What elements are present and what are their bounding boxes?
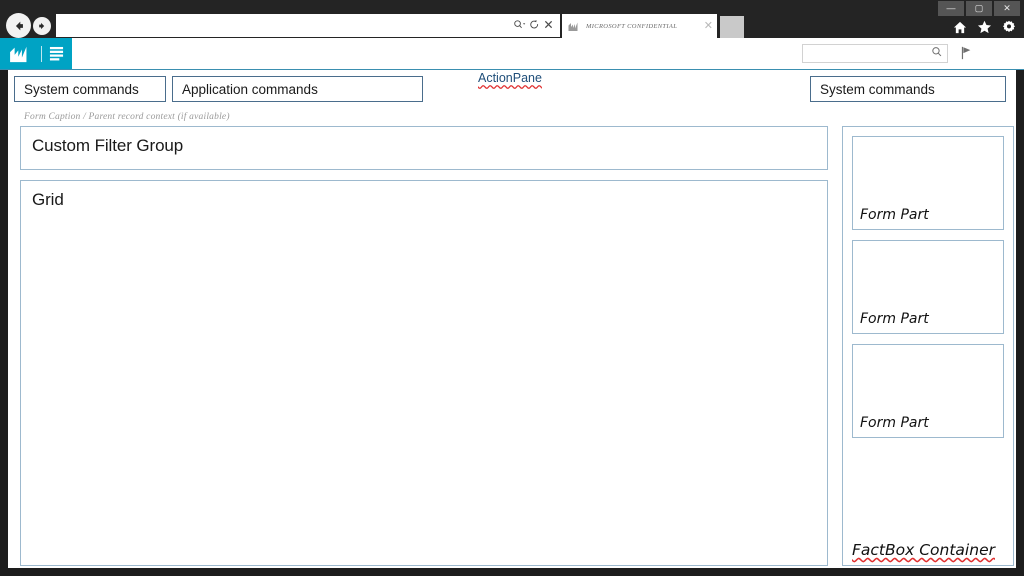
address-bar[interactable] (56, 14, 560, 37)
tab-strip: MICROSOFT CONFIDENTIAL ✕ (562, 14, 744, 38)
browser-tools (953, 20, 1016, 39)
forward-arrow-icon[interactable] (33, 16, 51, 35)
grid-panel[interactable]: Grid (20, 180, 828, 566)
app-search-box[interactable] (802, 44, 948, 63)
divider (41, 45, 42, 62)
actionpane-annotation: ActionPane (478, 71, 542, 85)
close-icon[interactable]: ✕ (701, 20, 713, 32)
form-workspace: System commands Application commands Sys… (8, 70, 1016, 568)
back-arrow-icon[interactable] (6, 13, 31, 38)
left-column: Custom Filter Group Grid (20, 126, 828, 566)
application-bar (0, 38, 1024, 70)
minimize-button[interactable]: — (938, 1, 964, 16)
dynamics-logo-icon (568, 22, 578, 31)
favorites-star-icon[interactable] (977, 20, 992, 39)
maximize-button[interactable]: ▢ (966, 1, 992, 16)
list-menu-icon[interactable] (49, 46, 64, 62)
form-part-label: Form Part (860, 415, 929, 431)
form-part-label: Form Part (860, 207, 929, 223)
form-part[interactable]: Form Part (852, 240, 1004, 334)
factbox-container[interactable]: Form Part Form Part Form Part FactBox Co… (842, 126, 1014, 566)
flag-icon[interactable] (961, 46, 972, 65)
custom-filter-group-title: Custom Filter Group (32, 136, 184, 155)
browser-window: MICROSOFT CONFIDENTIAL ✕ — ▢ ✕ System co… (0, 0, 1024, 576)
main-content-area: Custom Filter Group Grid Form Part Form … (14, 126, 1014, 566)
window-controls: — ▢ ✕ (938, 1, 1020, 16)
browser-title-bar: MICROSOFT CONFIDENTIAL ✕ — ▢ ✕ (0, 0, 1024, 38)
tab-title: MICROSOFT CONFIDENTIAL (586, 22, 678, 30)
stop-icon[interactable] (543, 19, 554, 32)
close-button[interactable]: ✕ (994, 1, 1020, 16)
navigation-buttons (6, 13, 51, 38)
magnifier-icon[interactable] (931, 45, 943, 63)
search-input[interactable] (807, 47, 931, 60)
refresh-icon[interactable] (529, 19, 540, 32)
system-commands-left-box[interactable]: System commands (14, 76, 166, 102)
gear-icon[interactable] (1002, 20, 1016, 39)
app-logo-block[interactable] (0, 38, 72, 69)
new-tab-button[interactable] (720, 16, 744, 38)
form-part[interactable]: Form Part (852, 344, 1004, 438)
browser-tab[interactable]: MICROSOFT CONFIDENTIAL ✕ (562, 14, 717, 38)
dynamics-logo-icon (10, 46, 27, 62)
grid-title: Grid (32, 190, 64, 209)
form-part[interactable]: Form Part (852, 136, 1004, 230)
form-caption: Form Caption / Parent record context (if… (24, 112, 230, 122)
address-search-icon[interactable] (513, 19, 526, 32)
application-commands-box[interactable]: Application commands (172, 76, 423, 102)
custom-filter-group-panel[interactable]: Custom Filter Group (20, 126, 828, 170)
system-commands-right-box[interactable]: System commands (810, 76, 1006, 102)
home-icon[interactable] (953, 21, 967, 39)
address-input[interactable] (63, 15, 493, 36)
form-part-label: Form Part (860, 311, 929, 327)
factbox-container-label: FactBox Container (852, 541, 995, 559)
